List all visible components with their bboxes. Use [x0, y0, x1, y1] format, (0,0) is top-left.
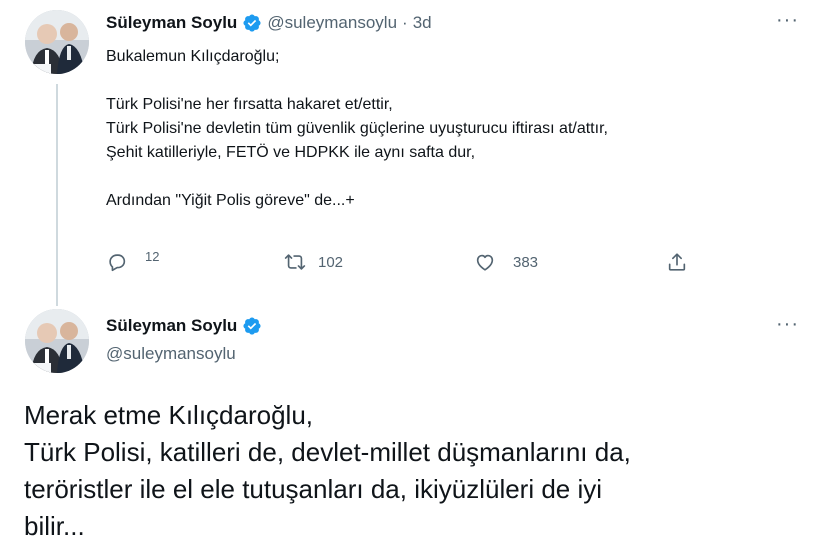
share-icon [668, 253, 686, 271]
tweet-text: Merak etme Kılıçdaroğlu, Türk Polisi, ka… [24, 400, 631, 541]
tweet-header: Süleyman Soylu @suleymansoylu · 3d [106, 13, 432, 33]
avatar[interactable] [25, 10, 89, 74]
display-name[interactable]: Süleyman Soylu [106, 316, 237, 336]
avatar[interactable] [25, 309, 89, 373]
more-icon[interactable]: ··· [776, 313, 799, 336]
thread-line [56, 84, 58, 306]
reply-button[interactable]: 12 [106, 248, 160, 273]
display-name[interactable]: Süleyman Soylu [106, 13, 237, 33]
avatar-photo [25, 309, 89, 373]
handle[interactable]: @suleymansoylu [267, 13, 397, 33]
more-icon[interactable]: ··· [776, 9, 799, 32]
retweet-button[interactable]: 102 [284, 251, 343, 273]
like-count: 383 [513, 253, 539, 271]
timestamp[interactable]: 3d [413, 13, 432, 33]
reply-count: 12 [145, 248, 160, 264]
verified-badge-icon [243, 14, 261, 32]
like-icon [476, 254, 494, 271]
avatar-photo [25, 10, 89, 74]
separator: · [402, 13, 408, 32]
verified-badge-icon [243, 317, 261, 335]
share-button[interactable] [666, 251, 688, 273]
like-button[interactable]: 383 [474, 251, 538, 273]
retweet-icon [284, 254, 306, 270]
tweet-header: Süleyman Soylu [106, 316, 262, 336]
handle[interactable]: @suleymansoylu [106, 344, 236, 364]
tweet-text: Bukalemun Kılıçdaroğlu; Türk Polisi'ne h… [106, 48, 608, 209]
reply-icon [109, 254, 126, 272]
retweet-count: 102 [318, 253, 344, 271]
